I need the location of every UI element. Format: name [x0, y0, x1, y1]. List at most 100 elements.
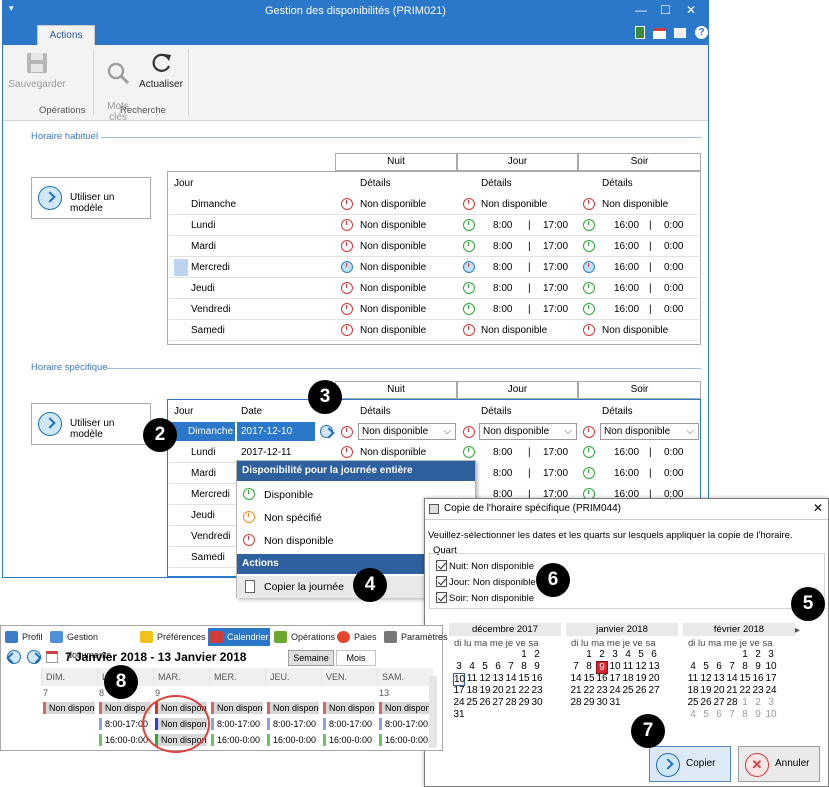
- calendar-day[interactable]: 10: [609, 661, 621, 672]
- calendar-day[interactable]: 21: [726, 685, 738, 696]
- calendar-day[interactable]: 27: [648, 685, 660, 696]
- clock-green-icon[interactable]: [583, 446, 595, 458]
- calendar-day[interactable]: 25: [687, 697, 699, 708]
- clock-icon[interactable]: [463, 303, 475, 315]
- calendar-day[interactable]: 2: [752, 697, 764, 708]
- nuit-select[interactable]: Non disponible ⌵: [358, 423, 456, 440]
- calendar-day[interactable]: 19: [635, 673, 647, 684]
- calendar-day[interactable]: 16: [531, 673, 543, 684]
- calendar-day[interactable]: 5: [479, 661, 491, 672]
- calendar-day[interactable]: 24: [609, 685, 621, 696]
- clock-green-icon[interactable]: [583, 467, 595, 479]
- calendar-day[interactable]: 21: [570, 685, 582, 696]
- clock-red-icon[interactable]: [341, 446, 353, 458]
- calendar-day[interactable]: 16: [752, 673, 764, 684]
- tab-folder[interactable]: Gestion documents: [48, 628, 134, 660]
- calendar-day[interactable]: 14: [570, 673, 582, 684]
- calendar-day[interactable]: 1: [518, 649, 530, 660]
- clock-icon[interactable]: [463, 282, 475, 294]
- calendar-day[interactable]: 24: [453, 697, 465, 708]
- calendar-day[interactable]: 13: [492, 673, 504, 684]
- calendar-slot[interactable]: Non disponi: [379, 702, 431, 714]
- clock-icon[interactable]: [463, 324, 475, 336]
- calendar-day[interactable]: 7: [726, 661, 738, 672]
- calendar-day[interactable]: 18: [466, 685, 478, 696]
- calendar-slot[interactable]: 8:00-17:00: [323, 718, 375, 730]
- calendar-slot[interactable]: 16:00-0:00: [267, 734, 319, 746]
- copy-button[interactable]: Copier: [649, 746, 731, 782]
- clock-icon[interactable]: [583, 219, 595, 231]
- date-field[interactable]: 2017-12-10: [237, 422, 315, 441]
- calendar-day[interactable]: 28: [726, 697, 738, 708]
- calendar-slot[interactable]: 8:00-17:00: [267, 718, 319, 730]
- calendar-day[interactable]: 20: [492, 685, 504, 696]
- calendar-day[interactable]: 23: [596, 685, 608, 696]
- calendar-day[interactable]: 20: [648, 673, 660, 684]
- close-icon[interactable]: ✕: [813, 501, 823, 515]
- clock-icon[interactable]: [341, 261, 353, 273]
- calendar-day[interactable]: 30: [596, 697, 608, 708]
- calendar-day[interactable]: 7: [726, 709, 738, 720]
- calendar-day[interactable]: 10: [765, 661, 777, 672]
- week-view-button[interactable]: Semaine: [288, 650, 334, 666]
- calendar-day[interactable]: 28: [570, 697, 582, 708]
- jour-select[interactable]: Non disponible ⌵: [479, 423, 577, 440]
- calendar-day[interactable]: 1: [583, 649, 595, 660]
- calendar-day[interactable]: 25: [622, 685, 634, 696]
- calendar-day[interactable]: 11: [622, 661, 634, 672]
- selected-day-cell[interactable]: Dimanche: [171, 422, 235, 441]
- calendar-day[interactable]: 4: [687, 661, 699, 672]
- clock-icon[interactable]: [341, 219, 353, 231]
- calendar-day[interactable]: 3: [765, 649, 777, 660]
- calendar-icon[interactable]: [653, 28, 666, 39]
- tab-star[interactable]: Préférences: [138, 628, 206, 646]
- clock-icon[interactable]: [341, 240, 353, 252]
- tab-person[interactable]: Profil: [3, 628, 45, 646]
- calendar-day[interactable]: 26: [479, 697, 491, 708]
- clock-icon[interactable]: [583, 261, 595, 273]
- clock-icon[interactable]: [583, 240, 595, 252]
- calendar-day[interactable]: 15: [518, 673, 530, 684]
- shift-nuit-checkbox[interactable]: [436, 560, 447, 571]
- month-view-button[interactable]: Mois: [336, 650, 376, 666]
- specific-template-button[interactable]: Utiliser un modèle: [31, 403, 151, 445]
- tab-pay[interactable]: Paies: [335, 628, 379, 646]
- calendar-day[interactable]: 23: [752, 685, 764, 696]
- calendar-day[interactable]: 31: [453, 709, 465, 720]
- calendar-slot[interactable]: 16:00-0:00: [211, 734, 263, 746]
- clock-icon[interactable]: [583, 303, 595, 315]
- calendar-day[interactable]: 1: [739, 697, 751, 708]
- help-icon[interactable]: ?: [695, 26, 708, 39]
- calendar-day[interactable]: 14: [505, 673, 517, 684]
- calendar-day[interactable]: 26: [635, 685, 647, 696]
- clock-icon[interactable]: [341, 198, 353, 210]
- row-selector[interactable]: [174, 259, 188, 276]
- close-icon[interactable]: ✕: [686, 3, 696, 17]
- calendar-day[interactable]: 21: [505, 685, 517, 696]
- usual-template-button[interactable]: Utiliser un modèle: [31, 177, 151, 219]
- arrow-right-icon[interactable]: [320, 425, 333, 438]
- calendar-day[interactable]: 17: [453, 685, 465, 696]
- calendar-day[interactable]: 4: [687, 709, 699, 720]
- save-button[interactable]: Sauvegarder: [7, 49, 67, 90]
- tab-calendar[interactable]: Calendrier: [208, 628, 270, 646]
- calendar-day[interactable]: 8: [739, 709, 751, 720]
- calendar-day[interactable]: 8: [739, 661, 751, 672]
- calendar-day[interactable]: 2: [596, 649, 608, 660]
- calendar-slot[interactable]: 16:00-0:00: [379, 734, 431, 746]
- calendar-day[interactable]: 22: [583, 685, 595, 696]
- calendar-day[interactable]: 29: [583, 697, 595, 708]
- next-week-icon[interactable]: [27, 650, 41, 664]
- clock-icon[interactable]: [463, 198, 475, 210]
- calculator-icon[interactable]: [635, 26, 645, 39]
- calendar-day[interactable]: 18: [687, 685, 699, 696]
- cancel-button[interactable]: ✕ Annuler: [738, 746, 820, 782]
- calendar-slot[interactable]: 8:00-17:00: [379, 718, 431, 730]
- shift-jour-checkbox[interactable]: [436, 576, 447, 587]
- calendar-day[interactable]: 9: [752, 661, 764, 672]
- calendar-day[interactable]: 8: [583, 661, 595, 672]
- calendar-day[interactable]: 2: [531, 649, 543, 660]
- tab-settings[interactable]: Paramètres: [382, 628, 448, 646]
- calendar-day[interactable]: 7: [505, 661, 517, 672]
- calendar-day[interactable]: 5: [635, 649, 647, 660]
